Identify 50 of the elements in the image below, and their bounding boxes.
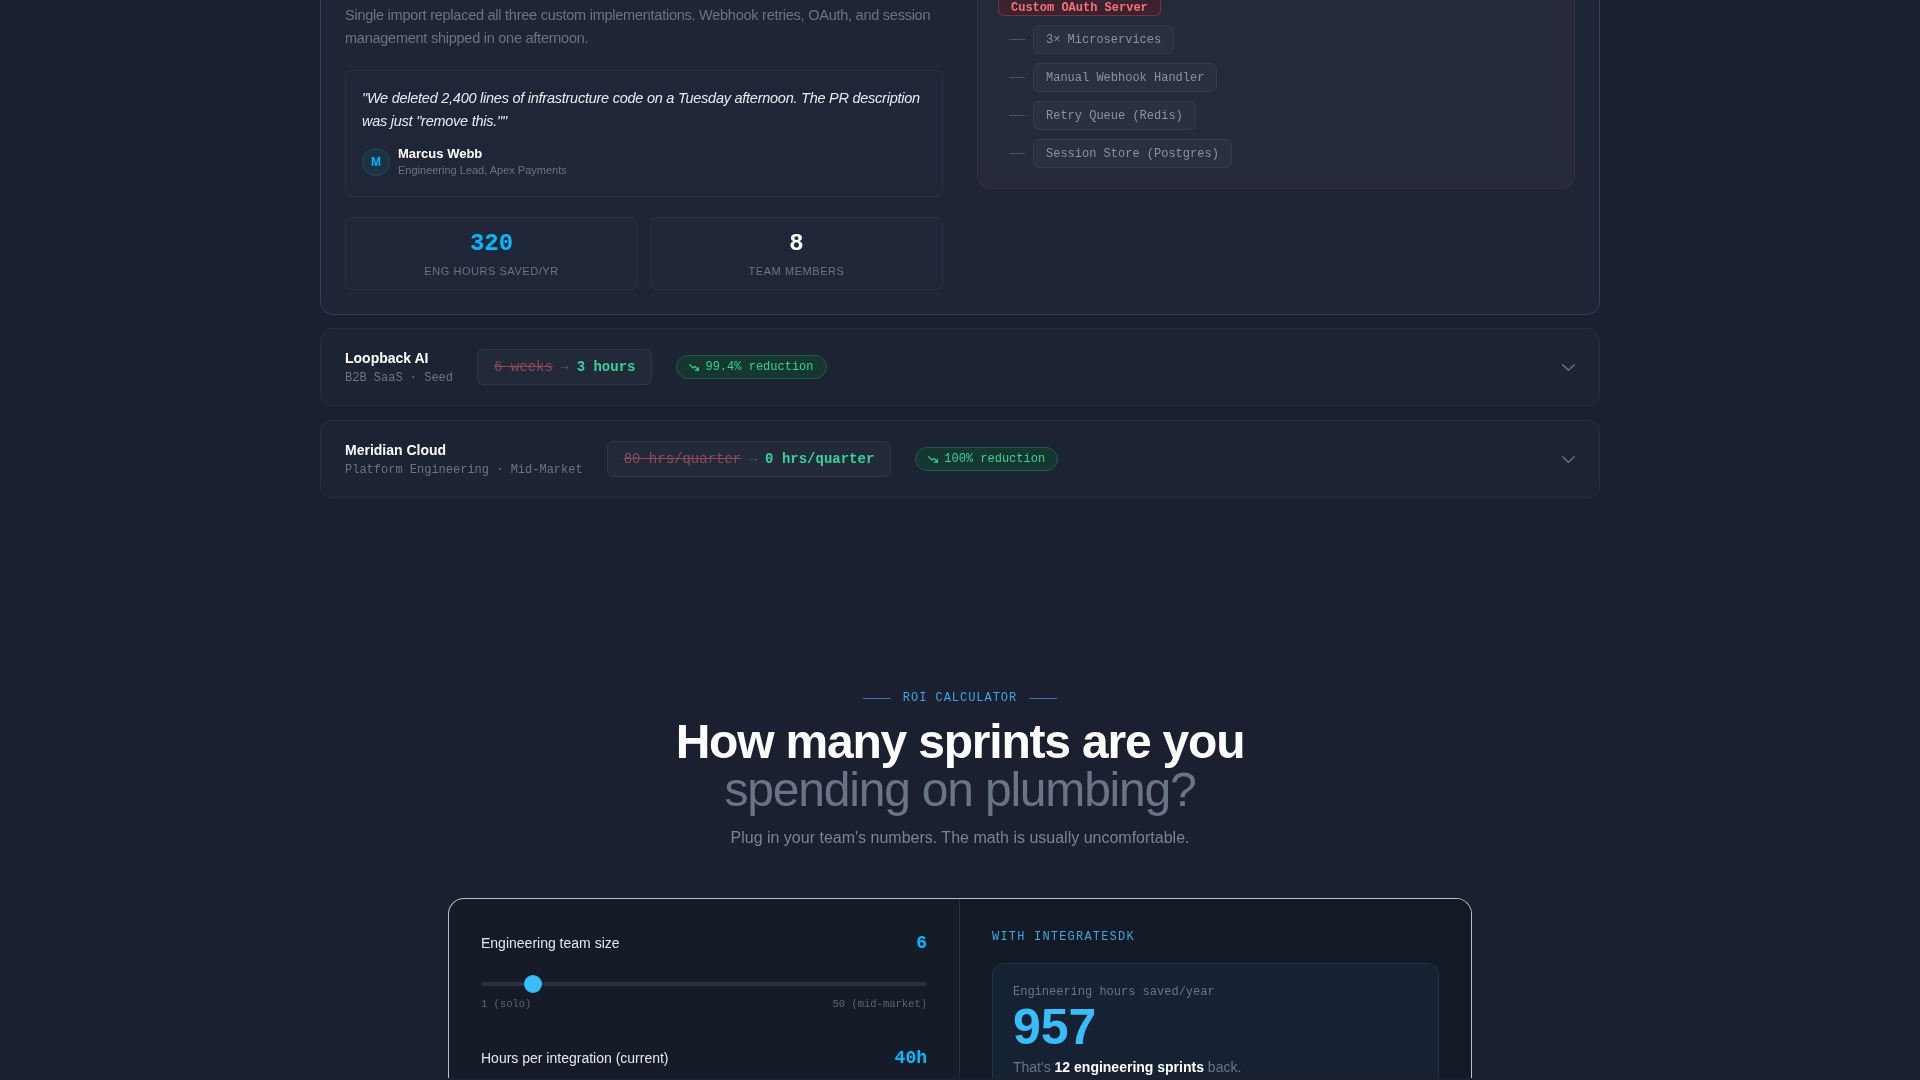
stat-label: ENG HOURS SAVED/YR (424, 264, 559, 279)
trend-down-icon (928, 455, 939, 463)
metric-value: 957 (1013, 1003, 1097, 1051)
input-label: Hours per integration (current) (481, 1048, 669, 1068)
before-value: 80 hrs/quarter (623, 449, 742, 469)
child-node: 3× Microservices (1033, 25, 1175, 54)
section-subtitle: Plug in your team's numbers. The math is usually uncomfortable. (730, 828, 1190, 848)
author-name: Marcus Webb (398, 146, 484, 162)
dash-icon (1009, 115, 1025, 116)
author-role: Engineering Lead, Apex Payments (398, 163, 567, 178)
stat-label: TEAM MEMBERS (748, 264, 845, 279)
result-heading: WITH INTEGRATESDK (992, 929, 1136, 945)
stat-value: 8 (789, 229, 804, 259)
before-value: 6 weeks (494, 357, 553, 377)
avatar: M (362, 148, 390, 176)
section-heading: How many sprints are you spending on plumbing? (675, 718, 1245, 814)
root-node: Custom OAuth Server (998, 0, 1161, 16)
dash-icon (1009, 153, 1025, 154)
trend-down-icon (689, 363, 700, 371)
after-value: 3 hours (576, 357, 636, 377)
eyebrow-line (1029, 697, 1058, 699)
after-value: 0 hrs/quarter (765, 449, 875, 469)
dash-icon (1009, 77, 1025, 78)
input-value: 6 (916, 931, 927, 955)
child-node: Retry Queue (Redis) (1033, 101, 1196, 130)
company-meta: B2B SaaS · Seed (345, 370, 454, 386)
child-node: Session Store (Postgres) (1033, 139, 1232, 168)
eyebrow-line (862, 697, 891, 699)
company-meta: Platform Engineering · Mid-Market (345, 462, 583, 478)
case-row[interactable]: Meridian Cloud Platform Engineering · Mid-Market 80 hrs/quarter → 0 hrs/quarter 100% reduction (320, 420, 1600, 498)
range-max-label: 50 (mid-market) (832, 997, 927, 1011)
range-min-label: 1 (solo) (481, 997, 532, 1011)
slider-thumb[interactable] (523, 975, 542, 993)
stat-value: 320 (469, 229, 514, 259)
company-name: Meridian Cloud (345, 441, 448, 460)
child-node: Manual Webhook Handler (1033, 63, 1218, 92)
quote-text: "We deleted 2,400 lines of infrastructure code on a Tuesday afternoon. The PR description was just "remove this."" (362, 89, 921, 131)
description-text: Single import replaced all three custom implementations. Webhook retries, OAuth, and session management shipped in one afternoon. (345, 6, 932, 48)
metric-label: Engineering hours saved/year (1013, 984, 1215, 1000)
input-label: Engineering team size (481, 933, 620, 953)
dash-icon (1009, 39, 1025, 40)
metric-summary: That's 12 engineering sprints back. (1013, 1058, 1242, 1077)
arrow-glyph: → (749, 450, 758, 469)
eyebrow-text: ROI CALCULATOR (902, 690, 1018, 706)
reduction-text: 99.4% reduction (705, 359, 814, 376)
company-name: Loopback AI (345, 349, 430, 368)
input-value: 40h (894, 1046, 927, 1070)
reduction-text: 100% reduction (944, 451, 1046, 468)
arrow-glyph: → (560, 358, 569, 377)
case-row[interactable]: Loopback AI B2B SaaS · Seed 6 weeks → 3 hours 99.4% reduction (320, 328, 1600, 406)
